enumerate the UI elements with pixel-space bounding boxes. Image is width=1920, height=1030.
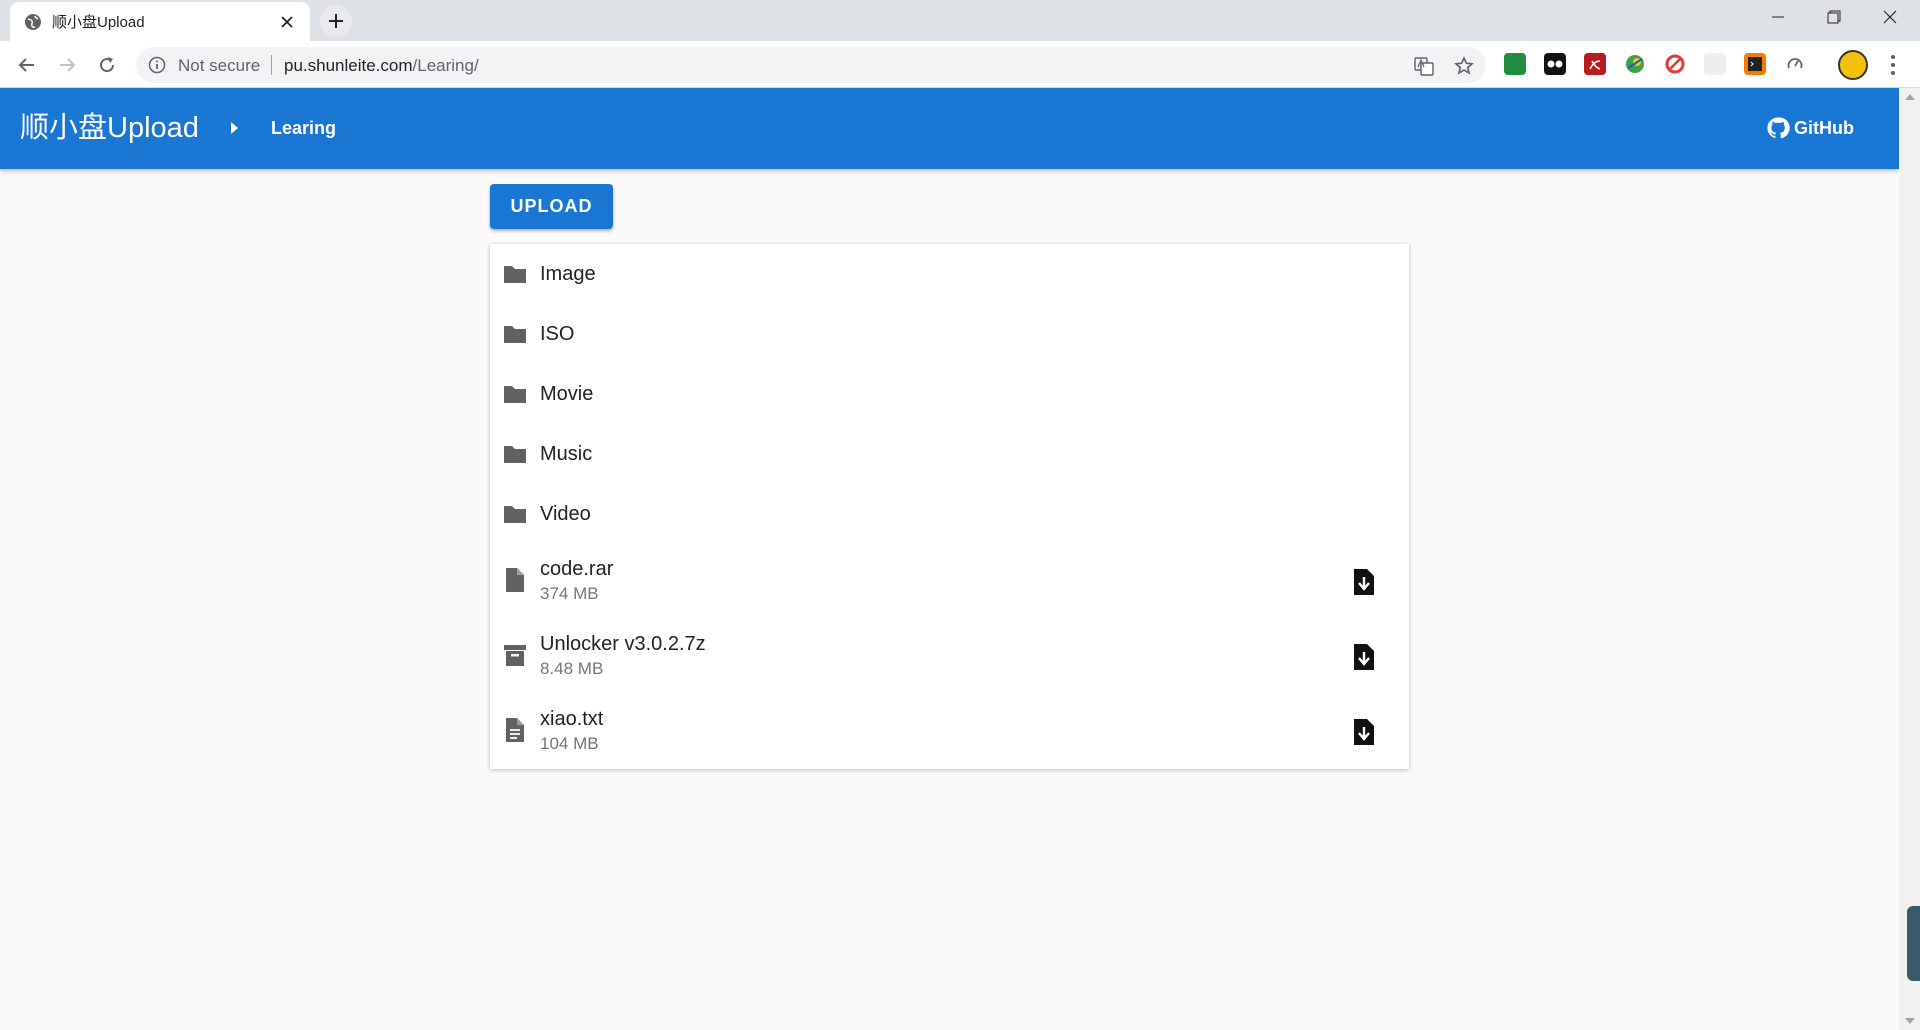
upload-button[interactable]: UPLOAD — [490, 184, 613, 229]
github-label: GitHub — [1794, 117, 1854, 138]
restore-icon[interactable] — [1806, 0, 1862, 34]
folder-row-movie[interactable]: Movie — [490, 364, 1409, 424]
profile-avatar[interactable] — [1838, 50, 1868, 80]
folder-row-music[interactable]: Music — [490, 424, 1409, 484]
download-icon[interactable] — [1352, 568, 1376, 596]
url-host: pu.shunleite.com — [284, 56, 413, 75]
forward-icon[interactable] — [52, 50, 82, 80]
folder-icon — [502, 381, 528, 407]
bookmark-star-icon[interactable] — [1454, 56, 1474, 76]
app-title[interactable]: 顺小盘Upload — [20, 111, 199, 145]
extension-grid-icon[interactable] — [1704, 53, 1726, 75]
file-name: code.rar — [540, 558, 614, 580]
folder-row-video[interactable]: Video — [490, 484, 1409, 544]
address-separator — [271, 55, 272, 75]
extension-earth-icon[interactable] — [1624, 53, 1646, 75]
back-icon[interactable] — [12, 50, 42, 80]
info-icon[interactable] — [148, 56, 166, 74]
github-link[interactable]: GitHub — [1766, 116, 1854, 140]
file-list: Image ISO Movie Music Video code.rar 374… — [490, 244, 1409, 769]
folder-icon — [502, 441, 528, 467]
side-widget-handle[interactable] — [1907, 906, 1920, 981]
file-size: 104 MB — [540, 734, 599, 753]
archive-icon — [502, 642, 528, 668]
extension-pdf-icon[interactable] — [1584, 53, 1606, 75]
extension-glasses-icon[interactable] — [1544, 53, 1566, 75]
scroll-down-arrow-icon[interactable] — [1905, 1018, 1915, 1024]
new-tab-button[interactable] — [320, 5, 352, 37]
file-size: 8.48 MB — [540, 659, 604, 678]
file-name: xiao.txt — [540, 708, 604, 730]
url-text[interactable]: pu.shunleite.com/Learing/ — [284, 56, 479, 76]
download-icon[interactable] — [1352, 718, 1376, 746]
github-icon — [1766, 116, 1790, 140]
file-name: Image — [540, 263, 596, 285]
folder-row-image[interactable]: Image — [490, 244, 1409, 304]
browser-toolbar: Not secure pu.shunleite.com/Learing/ — [0, 41, 1920, 88]
scroll-up-arrow-icon[interactable] — [1905, 94, 1915, 100]
close-window-icon[interactable] — [1862, 0, 1918, 34]
browser-tab[interactable]: 顺小盘Upload — [10, 2, 310, 41]
file-name: Unlocker v3.0.2.7z — [540, 633, 706, 655]
folder-icon — [502, 261, 528, 287]
file-row-xiao-txt[interactable]: xiao.txt 104 MB — [490, 694, 1409, 769]
file-name: ISO — [540, 323, 575, 345]
file-row-unlocker[interactable]: Unlocker v3.0.2.7z 8.48 MB — [490, 619, 1409, 694]
app-bar: 顺小盘Upload Learing GitHub — [0, 88, 1899, 169]
extension-refresh-icon[interactable] — [1664, 53, 1686, 75]
text-file-icon — [502, 717, 528, 743]
file-size: 374 MB — [540, 584, 599, 603]
page-scrollbar[interactable] — [1899, 88, 1920, 1030]
folder-icon — [502, 501, 528, 527]
breadcrumb-current[interactable]: Learing — [271, 118, 336, 138]
file-name: Movie — [540, 383, 594, 405]
browser-menu-icon[interactable] — [1886, 53, 1900, 77]
breadcrumb-arrow-icon — [228, 120, 240, 136]
file-icon — [502, 567, 528, 593]
tab-title: 顺小盘Upload — [52, 14, 145, 31]
folder-row-iso[interactable]: ISO — [490, 304, 1409, 364]
file-row-code-rar[interactable]: code.rar 374 MB — [490, 544, 1409, 619]
extension-speed-icon[interactable] — [1784, 53, 1806, 75]
extension-terminal-icon[interactable] — [1744, 53, 1766, 75]
globe-icon — [24, 13, 42, 31]
minimize-icon[interactable] — [1750, 0, 1806, 34]
download-icon[interactable] — [1352, 643, 1376, 671]
address-bar[interactable]: Not secure pu.shunleite.com/Learing/ — [136, 47, 1486, 83]
file-name: Music — [540, 443, 593, 465]
security-label: Not secure — [178, 56, 261, 75]
translate-icon[interactable] — [1414, 56, 1434, 76]
extension-puzzle-icon[interactable] — [1504, 53, 1526, 75]
file-name: Video — [540, 503, 591, 525]
close-tab-icon[interactable] — [276, 11, 298, 33]
reload-icon[interactable] — [92, 50, 122, 80]
url-path: /Learing/ — [412, 56, 479, 75]
folder-icon — [502, 321, 528, 347]
browser-tab-strip: 顺小盘Upload — [0, 0, 1920, 41]
